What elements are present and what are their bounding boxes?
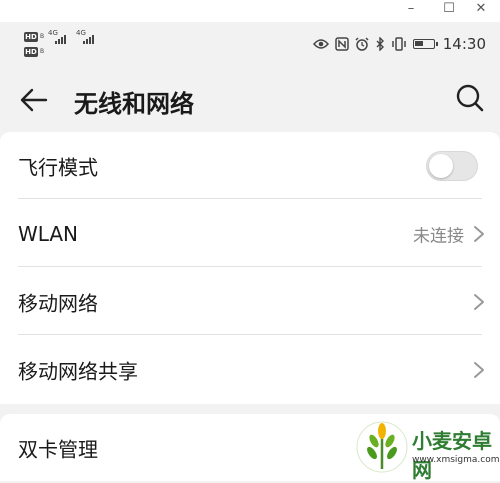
alarm-icon — [355, 37, 369, 51]
bluetooth-icon — [376, 37, 384, 51]
status-icons: 14:30 — [312, 34, 486, 54]
wheat-logo-icon — [356, 421, 408, 473]
toggle-knob — [429, 153, 453, 178]
app-header: 无线和网络 — [0, 66, 500, 132]
chevron-right-icon — [474, 225, 484, 242]
setting-tethering[interactable]: 移动网络共享 — [0, 336, 500, 403]
sim2-signal-icon — [83, 34, 94, 44]
watermark-name: 小麦安卓网 — [412, 429, 492, 482]
setting-label: 移动网络共享 — [18, 359, 138, 383]
setting-label: 飞行模式 — [18, 155, 98, 179]
wlan-status: 未连接 — [413, 226, 464, 246]
setting-label: 移动网络 — [18, 291, 98, 315]
window-close-button[interactable]: ✕ — [466, 0, 496, 22]
sim2-sub: B — [40, 48, 45, 55]
setting-label: WLAN — [18, 221, 79, 246]
setting-airplane-mode[interactable]: 飞行模式 — [0, 132, 500, 199]
airplane-mode-toggle[interactable] — [426, 150, 478, 181]
sim1-signal-icon — [55, 34, 66, 44]
settings-card: 飞行模式 WLAN 未连接 移动网络 移动网络共享 — [0, 132, 500, 404]
search-button[interactable] — [454, 82, 486, 114]
sim1-sub: B — [40, 33, 45, 40]
hd-badge-sim2: HD — [24, 47, 38, 57]
setting-wlan[interactable]: WLAN 未连接 — [0, 200, 500, 267]
setting-mobile-network[interactable]: 移动网络 — [0, 268, 500, 335]
page-title: 无线和网络 — [74, 90, 194, 118]
status-bar: HD B 4G 4G HD B 14:30 — [0, 22, 500, 66]
divider — [18, 198, 482, 199]
eye-icon — [312, 39, 329, 49]
status-time: 14:30 — [442, 35, 486, 53]
back-button[interactable] — [18, 84, 50, 116]
search-icon — [456, 84, 484, 112]
watermark-logo: 小麦安卓网 www.xmsigma.com — [356, 415, 500, 482]
battery-icon — [412, 39, 438, 49]
sim-signal-block: HD B 4G 4G HD B — [24, 29, 114, 62]
vibrate-icon — [392, 37, 406, 51]
hd-badge-sim1: HD — [24, 32, 38, 42]
window-bar: – ☐ ✕ — [0, 0, 500, 22]
divider — [18, 266, 482, 267]
divider — [18, 334, 482, 335]
setting-label: 双卡管理 — [18, 437, 98, 461]
chevron-right-icon — [474, 361, 484, 378]
nfc-icon — [335, 37, 349, 51]
back-arrow-icon — [20, 88, 48, 112]
window-maximize-button[interactable]: ☐ — [434, 0, 464, 22]
watermark-url: www.xmsigma.com — [412, 455, 500, 465]
window-minimize-button[interactable]: – — [396, 0, 426, 22]
chevron-right-icon — [474, 293, 484, 310]
